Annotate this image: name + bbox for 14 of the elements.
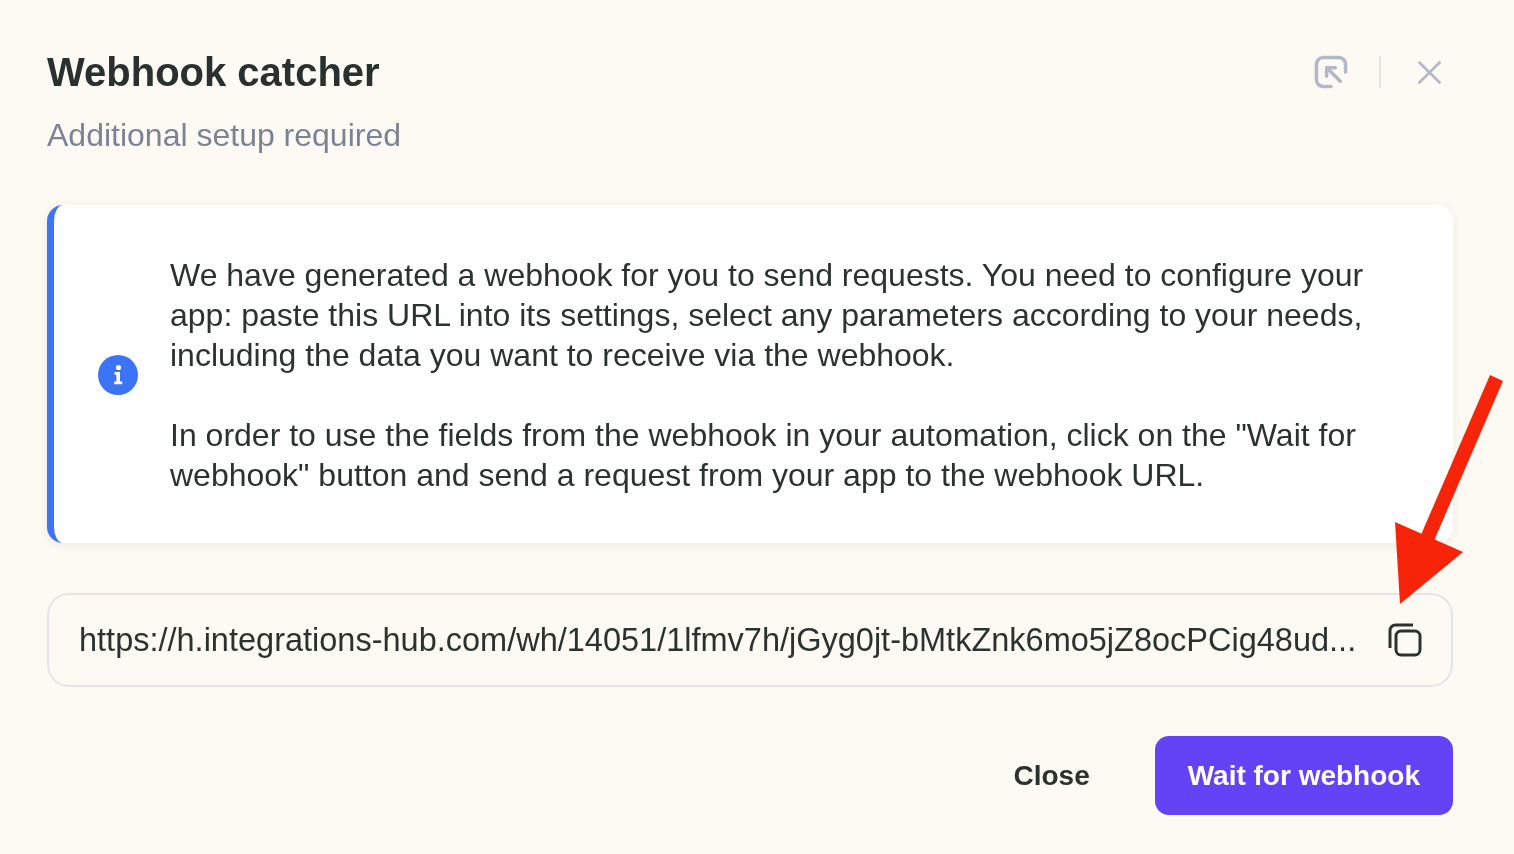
dialog-title: Webhook catcher [47, 49, 381, 96]
arrow-in-square-icon [1314, 55, 1348, 89]
url-field[interactable]: https://h.integrations-hub.com/wh/14051/1lfmv7h/jGyg0jt-bMtkZnk6mo5jZ8ocPCig48ud... [47, 593, 1453, 687]
copy-button[interactable] [1388, 623, 1422, 657]
close-icon [1418, 60, 1441, 84]
wait-for-webhook-button[interactable]: Wait for webhook [1154, 736, 1453, 815]
info-text: We have generated a webhook for you to send requests. You need to configure your app: paste this URL into its settings, select any parameters according to your needs, including the data you want to receive via the webhook. [170, 256, 1365, 375]
collapse-button[interactable] [1314, 55, 1348, 89]
close-button[interactable] [1418, 60, 1441, 84]
info-text: In order to use the fields from the webhook in your automation, click on the "Wait for webhook" button and send a request from your app to the webhook URL. [170, 416, 1357, 495]
copy-icon [1388, 623, 1422, 657]
info-icon [98, 355, 138, 395]
close-dialog-button[interactable]: Close [989, 736, 1114, 815]
dialog-subtitle: Additional setup required [47, 116, 401, 155]
